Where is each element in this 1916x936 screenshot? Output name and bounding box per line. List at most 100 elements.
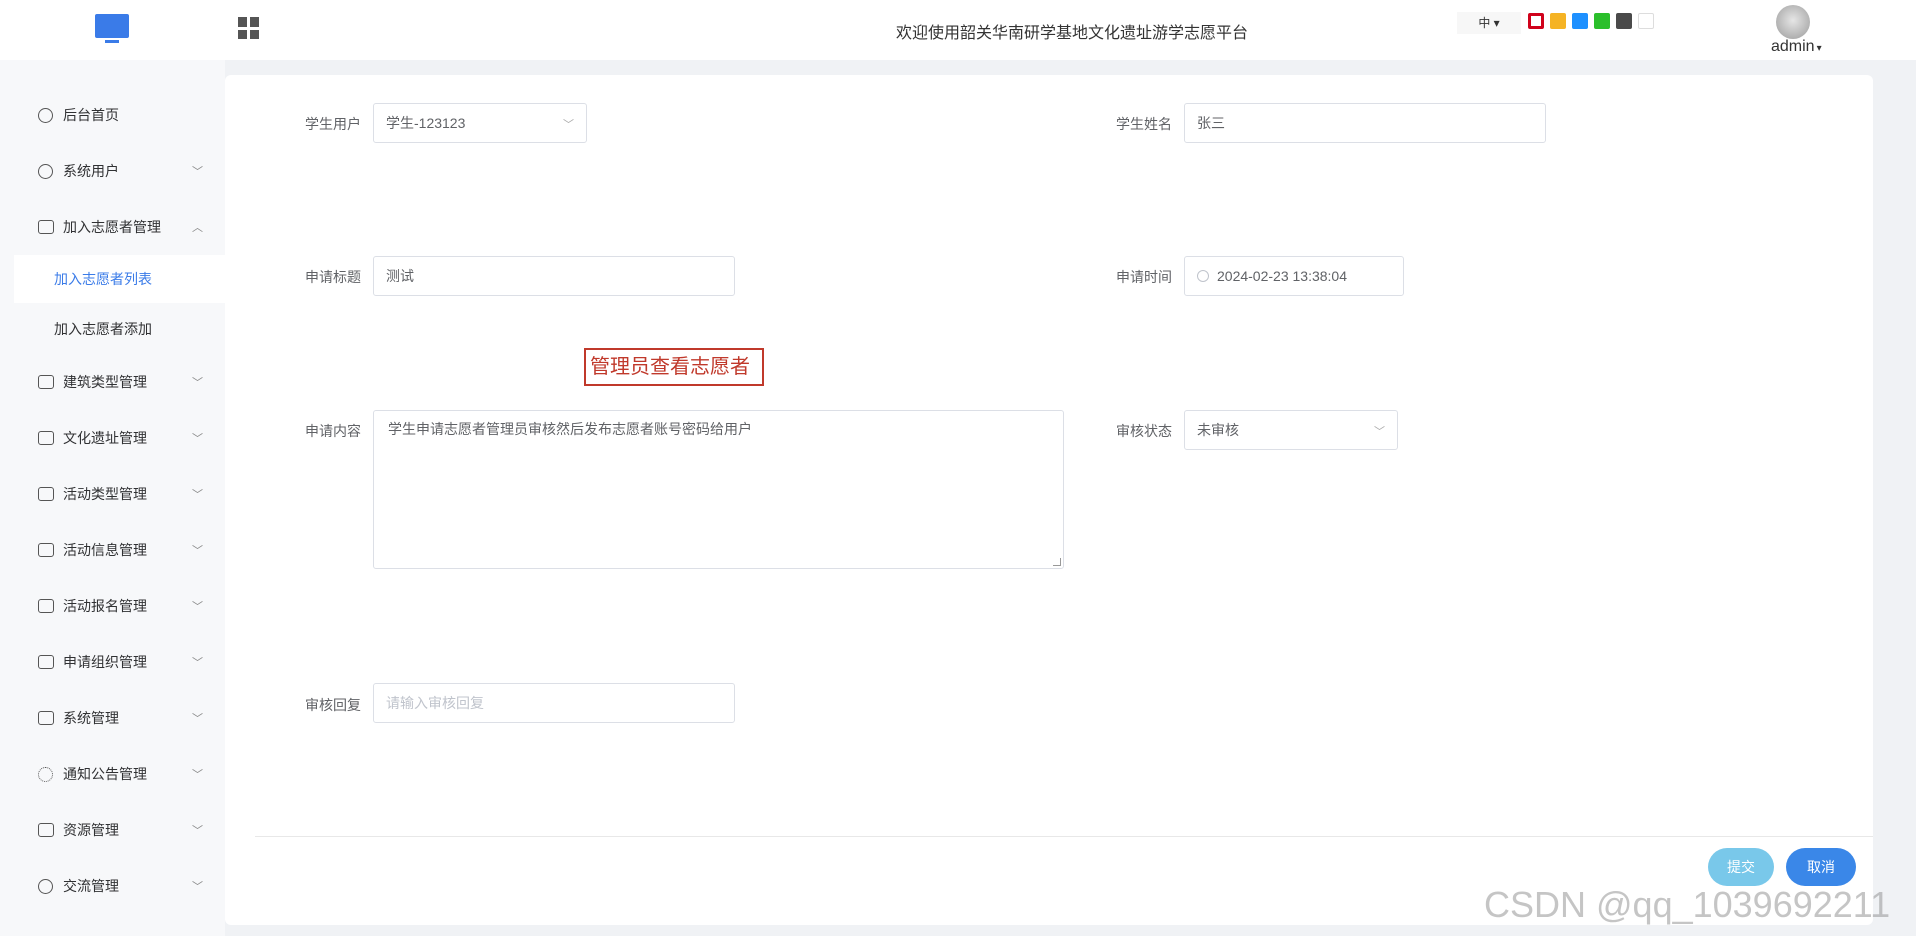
form-divider [255, 836, 1873, 837]
chevron-down-icon: ﹀ [192, 377, 203, 389]
sidebar-item-label: 活动类型管理 [63, 486, 147, 502]
resize-handle-icon[interactable] [1053, 558, 1061, 566]
theme-color-picker [1528, 13, 1654, 29]
user-icon [38, 163, 53, 179]
apply-time-value: 2024-02-23 13:38:04 [1217, 268, 1347, 284]
chevron-down-icon: ▾ [1816, 43, 1822, 54]
sidebar-item-label: 申请组织管理 [63, 654, 147, 670]
sidebar-item-home[interactable]: 后台首页 [0, 95, 225, 135]
sidebar-item-volunteer-management[interactable]: 加入志愿者管理 ︿ [0, 207, 225, 247]
sidebar-item-label: 活动报名管理 [63, 598, 147, 614]
chevron-down-icon: ﹀ [563, 119, 574, 131]
sidebar-item-label: 后台首页 [63, 107, 119, 123]
theme-swatch-yellow[interactable] [1550, 13, 1566, 29]
list-icon [38, 599, 54, 613]
theme-swatch-red[interactable] [1528, 13, 1544, 29]
apply-content-textarea[interactable]: 学生申请志愿者管理员审核然后发布志愿者账号密码给用户 [373, 410, 1064, 569]
chevron-down-icon: ﹀ [192, 769, 203, 781]
chevron-down-icon: ﹀ [1374, 426, 1385, 438]
headset-icon [38, 878, 53, 894]
sidebar-subitem-label: 加入志愿者列表 [54, 271, 152, 287]
review-reply-label: 审核回复 [305, 697, 361, 713]
theme-swatch-white[interactable] [1638, 13, 1654, 29]
sidebar-item-system-management[interactable]: 系统管理 ﹀ [0, 698, 225, 738]
review-reply-input[interactable]: 请输入审核回复 [373, 683, 735, 723]
dashboard-icon [38, 107, 53, 123]
printer-icon [38, 823, 54, 837]
avatar[interactable] [1776, 5, 1810, 39]
review-status-label: 审核状态 [1116, 423, 1172, 439]
apply-content-value: 学生申请志愿者管理员审核然后发布志愿者账号密码给用户 [388, 421, 752, 437]
sidebar-item-label: 文化遗址管理 [63, 430, 147, 446]
annotation-box: 管理员查看志愿者 [584, 348, 764, 386]
language-label: 中 [1478, 16, 1491, 30]
language-switch[interactable]: 中 ▾ [1457, 12, 1521, 34]
sidebar-item-label: 活动信息管理 [63, 542, 147, 558]
chevron-down-icon: ﹀ [192, 881, 203, 893]
list-icon [38, 431, 54, 445]
student-name-input[interactable]: 张三 [1184, 103, 1546, 143]
user-menu[interactable]: admin ▾ [1771, 38, 1822, 56]
cancel-button[interactable]: 取消 [1786, 848, 1856, 886]
student-name-label: 学生姓名 [1116, 116, 1172, 132]
sidebar-item-activity-signup[interactable]: 活动报名管理 ﹀ [0, 586, 225, 626]
apply-title-input[interactable]: 测试 [373, 256, 735, 296]
top-header: 欢迎使用韶关华南研学基地文化遗址游学志愿平台 中 ▾ admin ▾ [0, 0, 1916, 60]
sidebar-item-resources[interactable]: 资源管理 ﹀ [0, 810, 225, 850]
chevron-down-icon: ﹀ [192, 657, 203, 669]
apply-time-picker[interactable]: 2024-02-23 13:38:04 [1184, 256, 1404, 296]
sidebar: 后台首页 系统用户 ﹀ 加入志愿者管理 ︿ 加入志愿者列表 加入志愿者添加 建筑… [0, 60, 225, 936]
sidebar-item-label: 通知公告管理 [63, 766, 147, 782]
sidebar-item-cultural-sites[interactable]: 文化遗址管理 ﹀ [0, 418, 225, 458]
list-icon [38, 543, 54, 557]
chevron-down-icon: ﹀ [192, 825, 203, 837]
apply-content-label: 申请内容 [305, 423, 361, 439]
watermark: CSDN @qq_1039692211 [1484, 884, 1891, 925]
student-user-value: 学生-123123 [386, 115, 466, 131]
folder-icon [38, 711, 54, 725]
review-status-value: 未审核 [1197, 422, 1239, 438]
sidebar-item-label: 资源管理 [63, 822, 119, 838]
list-icon [38, 375, 54, 389]
clock-icon [1197, 270, 1209, 282]
sidebar-item-label: 系统用户 [63, 163, 119, 179]
submit-button[interactable]: 提交 [1708, 848, 1774, 886]
chevron-down-icon: ﹀ [192, 713, 203, 725]
theme-swatch-green[interactable] [1594, 13, 1610, 29]
username: admin [1771, 38, 1815, 55]
list-icon [38, 655, 54, 669]
chevron-down-icon: ﹀ [192, 166, 203, 178]
apply-title-value: 测试 [386, 268, 414, 284]
sidebar-item-label: 交流管理 [63, 878, 119, 894]
sidebar-item-building-types[interactable]: 建筑类型管理 ﹀ [0, 362, 225, 402]
apply-title-label: 申请标题 [305, 269, 361, 285]
sidebar-subitem-volunteer-add[interactable]: 加入志愿者添加 [14, 305, 225, 353]
sidebar-item-notices[interactable]: 通知公告管理 ﹀ [0, 754, 225, 794]
list-icon [38, 220, 54, 234]
student-name-value: 张三 [1197, 115, 1225, 131]
student-user-select[interactable]: 学生-123123 ﹀ [373, 103, 587, 143]
review-status-select[interactable]: 未审核 ﹀ [1184, 410, 1398, 450]
sidebar-item-activity-types[interactable]: 活动类型管理 ﹀ [0, 474, 225, 514]
sidebar-subitem-volunteer-list[interactable]: 加入志愿者列表 [14, 255, 225, 303]
theme-swatch-dark[interactable] [1616, 13, 1632, 29]
apply-time-label: 申请时间 [1116, 269, 1172, 285]
sidebar-item-label: 系统管理 [63, 710, 119, 726]
chevron-down-icon: ﹀ [192, 433, 203, 445]
review-reply-placeholder: 请输入审核回复 [386, 695, 484, 711]
sidebar-item-label: 建筑类型管理 [63, 374, 147, 390]
loading-icon [38, 766, 53, 782]
theme-swatch-blue[interactable] [1572, 13, 1588, 29]
sidebar-item-label: 加入志愿者管理 [63, 219, 161, 235]
sidebar-item-communication[interactable]: 交流管理 ﹀ [0, 866, 225, 906]
sidebar-item-system-users[interactable]: 系统用户 ﹀ [0, 151, 225, 191]
sidebar-subitem-label: 加入志愿者添加 [54, 321, 152, 337]
sidebar-item-organization-apply[interactable]: 申请组织管理 ﹀ [0, 642, 225, 682]
chevron-down-icon: ﹀ [192, 489, 203, 501]
chevron-down-icon: ﹀ [192, 601, 203, 613]
student-user-label: 学生用户 [305, 116, 361, 132]
chevron-down-icon: ﹀ [192, 545, 203, 557]
sidebar-item-activity-info[interactable]: 活动信息管理 ﹀ [0, 530, 225, 570]
list-icon [38, 487, 54, 501]
chevron-up-icon: ︿ [192, 222, 203, 234]
